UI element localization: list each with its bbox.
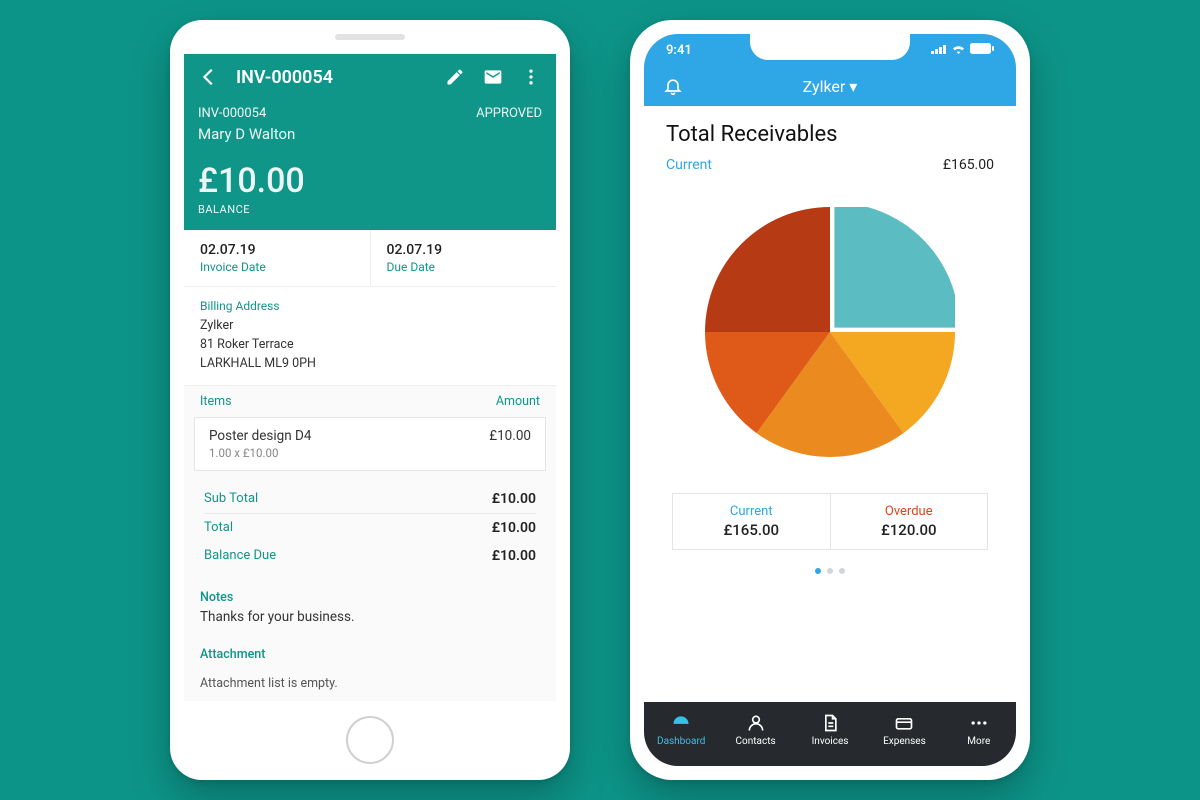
tab-expenses[interactable]: Expenses (867, 702, 941, 758)
invoice-date-label: Invoice Date (200, 260, 354, 274)
receivables-summary: Current £165.00 (644, 151, 1016, 177)
org-selector[interactable]: Zylker ▾ (803, 77, 858, 96)
total-amount: £10.00 (492, 520, 536, 536)
tab-label: Contacts (736, 736, 776, 747)
invoice-meta: INV-000054 APPROVED Mary D Walton £10.00… (198, 106, 542, 216)
billing-address: Billing Address Zylker 81 Roker Terrace … (184, 287, 556, 386)
receivables-boxes: Current £165.00 Overdue £120.00 (672, 493, 988, 550)
subtotal-label: Sub Total (204, 491, 258, 507)
status-time: 9:41 (666, 43, 692, 58)
billing-line: 81 Roker Terrace (200, 336, 540, 355)
invoice-header: INV-000054 INV-000054 APPROVED Mary D Wa… (184, 54, 556, 230)
tab-label: More (967, 736, 990, 747)
overflow-icon[interactable] (520, 66, 542, 88)
attachment-label: Attachment (184, 633, 556, 666)
due-date-label: Due Date (387, 260, 541, 274)
current-label: Current (666, 157, 712, 173)
edit-icon[interactable] (444, 66, 466, 88)
tab-more[interactable]: More (942, 702, 1016, 758)
balance-due-amount: £10.00 (492, 548, 536, 564)
invoice-body: 02.07.19 Invoice Date 02.07.19 Due Date … (184, 230, 556, 701)
mail-icon[interactable] (482, 66, 504, 88)
tab-invoices[interactable]: Invoices (793, 702, 867, 758)
billing-label: Billing Address (200, 297, 540, 315)
invoice-toolbar: INV-000054 (198, 66, 542, 88)
invoice-date: 02.07.19 (200, 242, 354, 258)
total-label: Total (204, 520, 233, 536)
customer-name: Mary D Walton (198, 125, 542, 143)
tab-label: Dashboard (657, 736, 705, 747)
due-date: 02.07.19 (387, 242, 541, 258)
box-current-amount: £165.00 (677, 521, 826, 539)
line-item[interactable]: Poster design D4 1.00 x £10.00 £10.00 (194, 417, 546, 471)
ios-phone-frame: 9:41 Zylker ▾ Total Receivables Current … (630, 20, 1030, 780)
page-indicator (644, 568, 1016, 574)
bell-icon[interactable] (662, 75, 684, 97)
item-name: Poster design D4 (209, 428, 311, 444)
tab-contacts[interactable]: Contacts (718, 702, 792, 758)
item-sub: 1.00 x £10.00 (209, 446, 311, 460)
items-header: Items Amount (184, 386, 556, 417)
items-label: Items (200, 394, 232, 409)
box-overdue[interactable]: Overdue £120.00 (830, 494, 988, 549)
pie-svg (705, 207, 955, 457)
current-amount: £165.00 (943, 157, 994, 173)
box-current[interactable]: Current £165.00 (673, 494, 830, 549)
android-screen: INV-000054 INV-000054 APPROVED Mary D Wa… (184, 54, 556, 730)
balance-label: BALANCE (198, 203, 542, 216)
subtotal-amount: £10.00 (492, 491, 536, 507)
box-overdue-label: Overdue (835, 504, 984, 519)
amount-label: Amount (496, 394, 540, 409)
wifi-icon (951, 43, 966, 58)
tab-label: Invoices (812, 736, 849, 747)
balance-due-label: Balance Due (204, 548, 276, 564)
invoice-number: INV-000054 (198, 106, 266, 121)
receivables-pie-chart (644, 177, 1016, 485)
android-phone-frame: INV-000054 INV-000054 APPROVED Mary D Wa… (170, 20, 570, 780)
billing-line: Zylker (200, 317, 540, 336)
box-overdue-amount: £120.00 (835, 521, 984, 539)
invoice-dates: 02.07.19 Invoice Date 02.07.19 Due Date (184, 230, 556, 287)
notes-label: Notes (184, 576, 556, 609)
tab-dashboard[interactable]: Dashboard (644, 702, 718, 758)
toolbar-title: INV-000054 (236, 67, 333, 88)
totals: Sub Total £10.00 Total £10.00 Balance Du… (184, 471, 556, 576)
box-current-label: Current (677, 504, 826, 519)
signal-icon (931, 43, 947, 58)
balance-amount: £10.00 (198, 161, 542, 201)
invoice-status: APPROVED (476, 106, 542, 121)
back-icon[interactable] (198, 66, 220, 88)
notes-text: Thanks for your business. (184, 609, 556, 633)
ios-tabbar: Dashboard Contacts Invoices Expenses Mor… (644, 702, 1016, 766)
item-amount: £10.00 (489, 428, 531, 460)
battery-icon (970, 43, 994, 58)
attachment-empty: Attachment list is empty. (184, 666, 556, 701)
billing-line: LARKHALL ML9 0PH (200, 355, 540, 374)
page-title: Total Receivables (666, 122, 994, 147)
ios-screen: 9:41 Zylker ▾ Total Receivables Current … (644, 34, 1016, 766)
notch (750, 34, 910, 60)
tab-label: Expenses (883, 736, 926, 747)
ios-header: Zylker ▾ (644, 66, 1016, 106)
